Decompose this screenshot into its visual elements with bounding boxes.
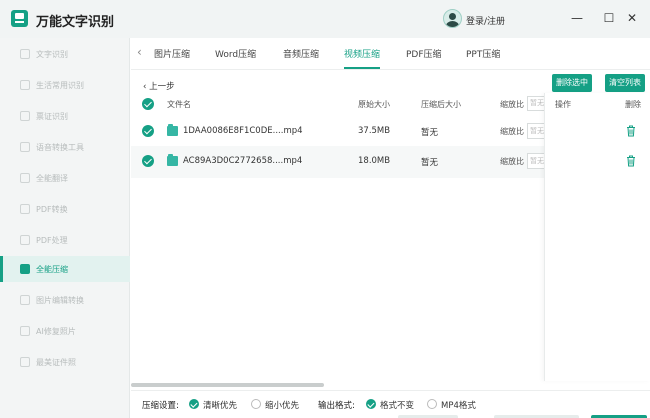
ticket-icon xyxy=(20,111,30,121)
header-original-size: 原始大小 xyxy=(358,100,390,109)
app-title: 万能文字识别 xyxy=(36,15,115,30)
tab-ppt-compress[interactable]: PPT压缩 xyxy=(466,47,500,60)
sidebar-item-voice-tools[interactable]: 语音转换工具 xyxy=(0,134,130,160)
row-compressed-size: 暂无 xyxy=(421,158,439,168)
compress-settings-label: 压缩设置: xyxy=(142,401,179,411)
sidebar-item-label: PDF处理 xyxy=(36,236,68,245)
row-ratio-label: 缩放比 xyxy=(500,127,524,136)
sidebar-item-label: 语音转换工具 xyxy=(36,143,84,152)
sidebar-item-text-recognition[interactable]: 文字识别 xyxy=(0,41,130,67)
minimize-icon[interactable]: — xyxy=(569,10,585,26)
row-checkbox[interactable] xyxy=(142,125,154,137)
row-checkbox[interactable] xyxy=(142,155,154,167)
tab-word-compress[interactable]: Word压缩 xyxy=(215,47,256,60)
prev-step-label: 上一步 xyxy=(149,82,175,92)
header-compressed-size: 压缩后大小 xyxy=(421,100,461,109)
header-ratio-input[interactable]: 暂无 xyxy=(527,96,545,111)
horizontal-scrollbar[interactable] xyxy=(131,383,324,387)
compress-icon xyxy=(20,264,30,274)
header-filename: 文件名 xyxy=(167,100,191,109)
option-smaller-first[interactable]: 缩小优先 xyxy=(265,399,299,411)
sidebar-item-image-edit[interactable]: 图片编辑转换 xyxy=(0,287,130,313)
row-filename: AC89A3D0C2772658....mp4 xyxy=(183,156,303,166)
compress-tabs: ‹ 图片压缩 Word压缩 音频压缩 视频压缩 PDF压缩 PPT压缩 xyxy=(131,38,650,70)
row-ratio-input[interactable]: 暂无 xyxy=(527,123,545,139)
row-ratio-label: 缩放比 xyxy=(500,157,524,166)
pdf-convert-icon xyxy=(20,204,30,214)
option-mp4-format[interactable]: MP4格式 xyxy=(441,399,476,411)
voice-icon xyxy=(20,142,30,152)
sidebar-item-translate[interactable]: 全能翻译 xyxy=(0,165,130,191)
radio-clarity-first[interactable] xyxy=(189,399,199,409)
row-filename: 1DAA0086E8F1C0DE....mp4 xyxy=(183,126,303,136)
sidebar-item-id-photo[interactable]: 最美证件照 xyxy=(0,349,130,375)
video-file-icon xyxy=(167,154,178,166)
sidebar-item-label: 票证识别 xyxy=(36,112,68,121)
pdf-process-icon xyxy=(20,235,30,245)
sidebar-item-label: 图片编辑转换 xyxy=(36,296,84,305)
clear-list-button[interactable]: 清空列表 xyxy=(605,74,645,92)
output-format-label: 输出格式: xyxy=(318,401,355,411)
sidebar-item-label: 文字识别 xyxy=(36,50,68,59)
sidebar-item-compress[interactable]: 全能压缩 xyxy=(0,256,130,282)
sidebar-item-label: 最美证件照 xyxy=(36,358,76,367)
sidebar-item-life-recognition[interactable]: 生活常用识别 xyxy=(0,72,130,98)
sidebar-item-label: AI修复照片 xyxy=(36,327,76,336)
sidebar-item-label: 全能压缩 xyxy=(36,265,68,274)
image-edit-icon xyxy=(20,295,30,305)
select-all-checkbox[interactable] xyxy=(142,98,154,110)
row-ratio-input[interactable]: 暂无 xyxy=(527,153,545,169)
maximize-icon[interactable]: ☐ xyxy=(601,10,617,26)
sidebar-item-ticket-recognition[interactable]: 票证识别 xyxy=(0,103,130,129)
app-logo-icon xyxy=(11,10,28,27)
user-avatar-icon[interactable] xyxy=(443,9,462,28)
video-file-icon xyxy=(167,124,178,136)
sidebar-item-label: 生活常用识别 xyxy=(36,81,84,90)
header-delete: 删除 xyxy=(625,100,641,109)
translate-icon xyxy=(20,173,30,183)
row-original-size: 37.5MB xyxy=(358,126,391,136)
text-scan-icon xyxy=(20,49,30,59)
tab-video-compress[interactable]: 视频压缩 xyxy=(344,47,381,69)
sidebar-item-pdf-process[interactable]: PDF处理 xyxy=(0,227,130,253)
actions-panel: 操作 删除 xyxy=(544,93,650,381)
row-original-size: 18.0MB xyxy=(358,156,391,166)
sidebar-item-ai-photo-repair[interactable]: AI修复照片 xyxy=(0,318,130,344)
sidebar: 文字识别 生活常用识别 票证识别 语音转换工具 全能翻译 PDF转换 PDF处理… xyxy=(0,38,130,418)
tab-pdf-compress[interactable]: PDF压缩 xyxy=(406,47,442,60)
tab-image-compress[interactable]: 图片压缩 xyxy=(154,47,190,60)
sidebar-item-pdf-convert[interactable]: PDF转换 xyxy=(0,196,130,222)
radio-mp4-format[interactable] xyxy=(427,399,437,409)
settings-bar: 压缩设置: 清晰优先 缩小优先 输出格式: 格式不变 MP4格式 xyxy=(131,390,650,418)
title-bar: 万能文字识别 登录/注册 — ☐ ✕ xyxy=(0,0,650,38)
tab-audio-compress[interactable]: 音频压缩 xyxy=(283,47,319,60)
chevron-left-icon[interactable]: ‹ xyxy=(137,45,142,59)
trash-icon[interactable] xyxy=(626,155,636,167)
radio-keep-format[interactable] xyxy=(366,399,376,409)
life-scan-icon xyxy=(20,80,30,90)
delete-selected-button[interactable]: 删除选中 xyxy=(552,74,592,92)
row-compressed-size: 暂无 xyxy=(421,128,439,138)
header-actions: 操作 xyxy=(555,100,571,109)
option-keep-format[interactable]: 格式不变 xyxy=(380,399,414,411)
login-register-link[interactable]: 登录/注册 xyxy=(466,14,505,27)
close-icon[interactable]: ✕ xyxy=(624,10,640,26)
radio-smaller-first[interactable] xyxy=(251,399,261,409)
header-ratio: 缩放比 xyxy=(500,100,524,109)
ai-repair-icon xyxy=(20,326,30,336)
prev-step-link[interactable]: ‹ 上一步 xyxy=(143,80,175,92)
sidebar-item-label: PDF转换 xyxy=(36,205,68,214)
option-clarity-first[interactable]: 清晰优先 xyxy=(203,399,237,411)
id-photo-icon xyxy=(20,357,30,367)
trash-icon[interactable] xyxy=(626,125,636,137)
sidebar-item-label: 全能翻译 xyxy=(36,174,68,183)
